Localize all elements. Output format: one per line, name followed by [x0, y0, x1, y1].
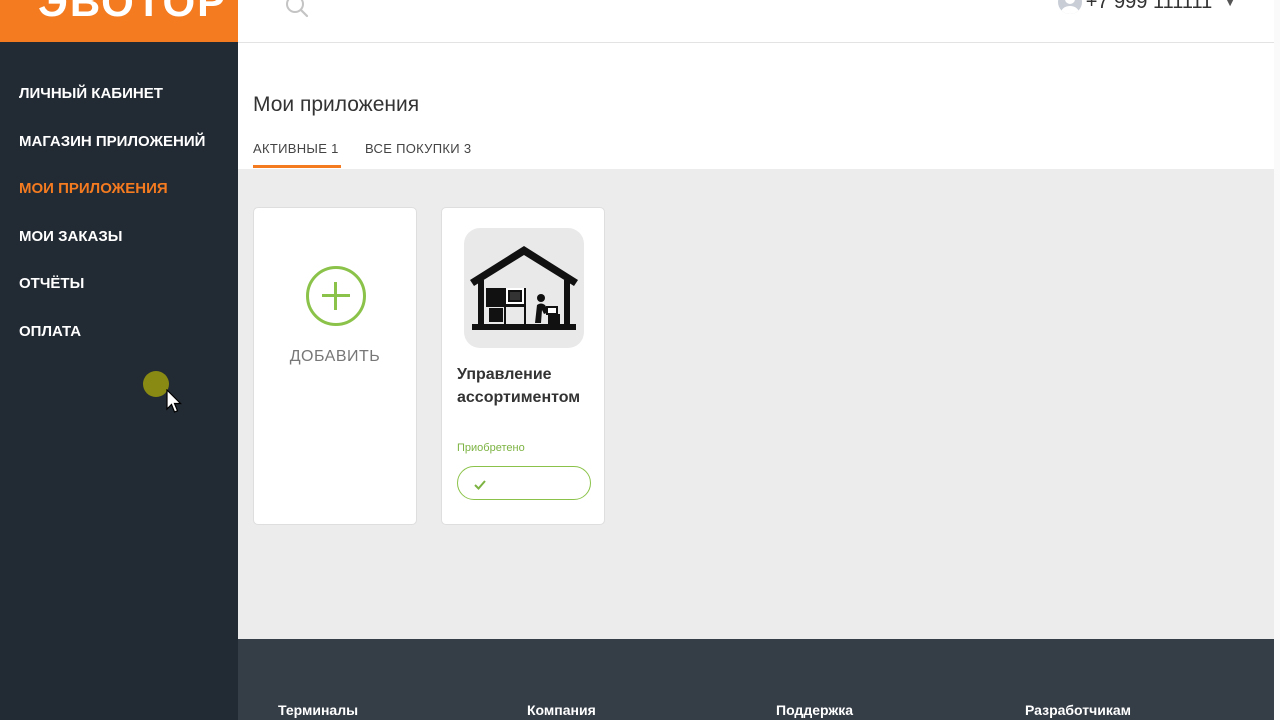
sidebar-item-my-apps[interactable]: МОИ ПРИЛОЖЕНИЯ [19, 180, 205, 228]
mouse-pointer-icon [166, 388, 182, 419]
check-icon [473, 476, 487, 495]
add-label: ДОБАВИТЬ [289, 348, 381, 365]
page-title: Мои приложения [253, 93, 420, 116]
warehouse-icon [464, 228, 584, 348]
tab-all-purchases[interactable]: ВСЕ ПОКУПКИ 3 [365, 141, 471, 156]
page-header: Мои приложения АКТИВНЫЕ 1 ВСЕ ПОКУПКИ 3 [238, 43, 1274, 169]
scrollbar[interactable] [1274, 0, 1280, 720]
app-name: Управление ассортиментом [457, 366, 581, 406]
footer-link-company[interactable]: Компания [527, 702, 596, 718]
top-bar: +7 999 111111 ▼ [238, 0, 1274, 43]
footer-link-support[interactable]: Поддержка [776, 702, 853, 718]
search-icon[interactable] [283, 0, 311, 24]
app-card[interactable]: Управление ассортиментом Приобретено [441, 207, 605, 525]
user-avatar-icon [1057, 0, 1082, 14]
logo-text: ЭВОТОР [38, 0, 228, 25]
sidebar-item-payment[interactable]: ОПЛАТА [19, 323, 205, 371]
user-phone: +7 999 111111 [1085, 0, 1213, 13]
app-status: Приобретено [457, 442, 525, 454]
sidebar-item-my-orders[interactable]: МОИ ЗАКАЗЫ [19, 228, 205, 276]
logo[interactable]: ЭВОТОР [0, 0, 238, 42]
sidebar-nav: ЛИЧНЫЙ КАБИНЕТ МАГАЗИН ПРИЛОЖЕНИЙ МОИ ПР… [19, 85, 205, 370]
chevron-down-icon[interactable]: ▼ [1226, 0, 1234, 8]
plus-circle-icon [306, 266, 366, 326]
sidebar-item-app-store[interactable]: МАГАЗИН ПРИЛОЖЕНИЙ [19, 133, 205, 181]
footer: Терминалы Компания Поддержка Разработчик… [238, 639, 1274, 720]
purchased-button[interactable] [457, 466, 591, 500]
tab-active[interactable]: АКТИВНЫЕ 1 [253, 141, 341, 168]
footer-link-terminals[interactable]: Терминалы [278, 702, 358, 718]
add-app-card[interactable]: ДОБАВИТЬ [253, 207, 417, 525]
sidebar-item-personal-account[interactable]: ЛИЧНЫЙ КАБИНЕТ [19, 85, 205, 133]
footer-link-developers[interactable]: Разработчикам [1025, 702, 1131, 718]
user-menu[interactable]: +7 999 111111 ▼ [1057, 0, 1234, 14]
sidebar-item-reports[interactable]: ОТЧЁТЫ [19, 275, 205, 323]
sidebar: ЭВОТОР ЛИЧНЫЙ КАБИНЕТ МАГАЗИН ПРИЛОЖЕНИЙ… [0, 0, 238, 720]
